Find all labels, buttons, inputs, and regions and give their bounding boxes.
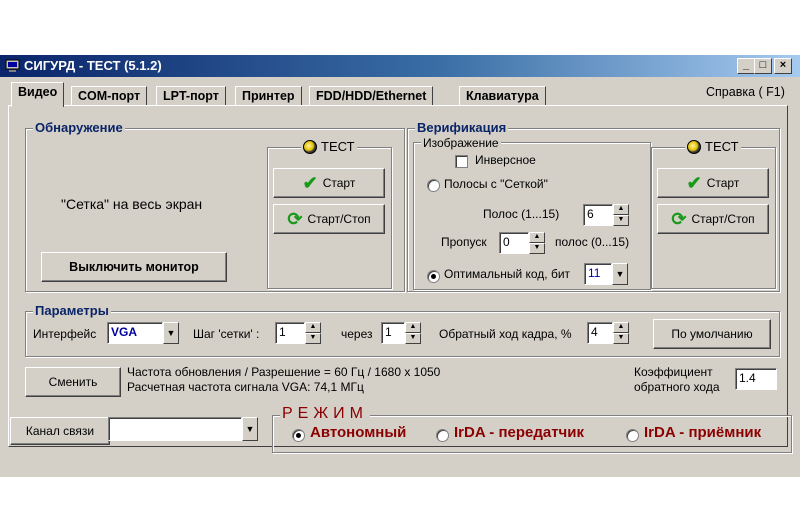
tab-lpt-port[interactable]: LPT-порт [156,86,226,106]
detection-start-label: Старт [322,176,356,190]
refresh-icon: ⟳ [287,208,303,229]
stripes-count-label: Полос (1...15) [483,207,560,221]
app-window: СИГУРД - ТЕСТ (5.1.2) _ □ × Справка ( F1… [0,55,800,477]
verification-test-text: ТЕСТ [705,139,739,154]
chevron-down-icon[interactable]: ▼ [163,322,179,344]
interface-label: Интерфейс [33,327,97,341]
title-bar[interactable]: СИГУРД - ТЕСТ (5.1.2) _ □ × [0,55,800,77]
maximize-icon[interactable]: □ [754,58,772,74]
verification-test-label: ТЕСТ [685,139,741,154]
spin-up-icon[interactable]: ▲ [405,322,421,333]
detection-start-button[interactable]: ✔ Старт [273,168,385,198]
tab-fdd-hdd-ethernet[interactable]: FDD/HDD/Ethernet [309,86,434,106]
spin-down-icon[interactable]: ▼ [613,333,629,344]
verification-start-button[interactable]: ✔ Старт [657,168,769,198]
image-group-label: Изображение [421,136,501,150]
spin-down-icon[interactable]: ▼ [529,243,545,254]
detection-startstop-button[interactable]: ⟳ Старт/Стоп [273,204,385,234]
minimize-icon[interactable]: _ [737,58,755,74]
optimal-code-radio[interactable] [427,270,440,283]
refresh-icon: ⟳ [671,208,687,229]
chevron-down-icon[interactable]: ▼ [242,417,258,441]
spin-up-icon[interactable]: ▲ [613,204,629,215]
mode-irda-transmitter-radio[interactable] [436,429,449,442]
grid-step-spinner[interactable]: ▲ ▼ [305,322,321,344]
stripes-count-spinner[interactable]: ▲ ▼ [613,204,629,226]
mode-irda-receiver-label: IrDA - приёмник [644,424,762,441]
app-icon [5,58,20,73]
through-label: через [341,327,373,341]
retrace-input[interactable]: 4 [587,322,613,344]
help-menu[interactable]: Справка ( F1) [706,85,785,99]
change-button[interactable]: Сменить [25,367,121,397]
skip-label: Пропуск [441,235,487,249]
grid-step-label: Шаг 'сетки' : [193,327,260,341]
tab-keyboard[interactable]: Клавиатура [459,86,546,106]
checkmark-icon: ✔ [686,172,702,193]
signal-frequency-line: Расчетная частота сигнала VGA: 74,1 МГц [127,380,364,394]
refresh-rate-line: Частота обновления / Разрешение = 60 Гц … [127,365,441,379]
spin-down-icon[interactable]: ▼ [305,333,321,344]
tab-printer[interactable]: Принтер [235,86,302,106]
detection-message: "Сетка" на весь экран [61,196,203,212]
chevron-down-icon[interactable]: ▼ [612,263,628,285]
default-button[interactable]: По умолчанию [653,319,771,349]
params-title: Параметры [33,303,111,318]
detection-title: Обнаружение [33,120,125,135]
test-indicator-icon [687,139,701,154]
mode-irda-transmitter-label: IrDA - передатчик [454,424,584,441]
mode-irda-receiver-radio[interactable] [626,429,639,442]
test-indicator-icon [303,139,317,154]
skip-suffix: полос (0...15) [555,235,630,249]
verification-start-label: Старт [706,176,740,190]
optimal-bits-select[interactable]: 11 [584,263,612,285]
skip-input[interactable]: 0 [499,232,529,254]
checkmark-icon: ✔ [302,172,318,193]
inverse-checkbox[interactable] [455,155,468,168]
channel-button[interactable]: Канал связи [10,417,110,445]
stripes-count-input[interactable]: 6 [583,204,613,226]
coef-label-1: Коэффициент [634,365,713,379]
through-spinner[interactable]: ▲ ▼ [405,322,421,344]
stripes-radio[interactable] [427,179,440,192]
detection-test-text: ТЕСТ [321,139,355,154]
spin-up-icon[interactable]: ▲ [305,322,321,333]
verification-startstop-button[interactable]: ⟳ Старт/Стоп [657,204,769,234]
mode-title: РЕЖИМ [280,405,370,423]
coef-label-2: обратного хода [634,380,720,394]
coef-input[interactable]: 1.4 [735,368,777,390]
tab-panel-video: Обнаружение "Сетка" на весь экран Выключ… [8,105,788,447]
mode-autonomous-label: Автономный [310,424,407,441]
mode-autonomous-radio[interactable] [292,429,305,442]
skip-spinner[interactable]: ▲ ▼ [529,232,545,254]
grid-step-input[interactable]: 1 [275,322,305,344]
spin-down-icon[interactable]: ▼ [405,333,421,344]
spin-up-icon[interactable]: ▲ [529,232,545,243]
interface-select[interactable]: VGA [107,322,163,344]
tab-com-port[interactable]: COM-порт [71,86,148,106]
retrace-spinner[interactable]: ▲ ▼ [613,322,629,344]
spin-down-icon[interactable]: ▼ [613,215,629,226]
retrace-label: Обратный ход кадра, % [439,327,572,341]
detection-startstop-label: Старт/Стоп [307,212,371,226]
spin-up-icon[interactable]: ▲ [613,322,629,333]
monitor-off-button[interactable]: Выключить монитор [41,252,227,282]
channel-select[interactable] [108,417,242,441]
window-title: СИГУРД - ТЕСТ (5.1.2) [24,58,162,73]
verification-title: Верификация [415,120,509,135]
verification-startstop-label: Старт/Стоп [691,212,755,226]
stripes-radio-label: Полосы с "Сеткой" [444,177,548,191]
inverse-label: Инверсное [475,153,536,167]
detection-test-label: ТЕСТ [301,139,357,154]
tab-video[interactable]: Видео [11,82,65,107]
optimal-code-label: Оптимальный код, бит [444,267,571,281]
through-input[interactable]: 1 [381,322,405,344]
close-icon[interactable]: × [774,58,792,74]
